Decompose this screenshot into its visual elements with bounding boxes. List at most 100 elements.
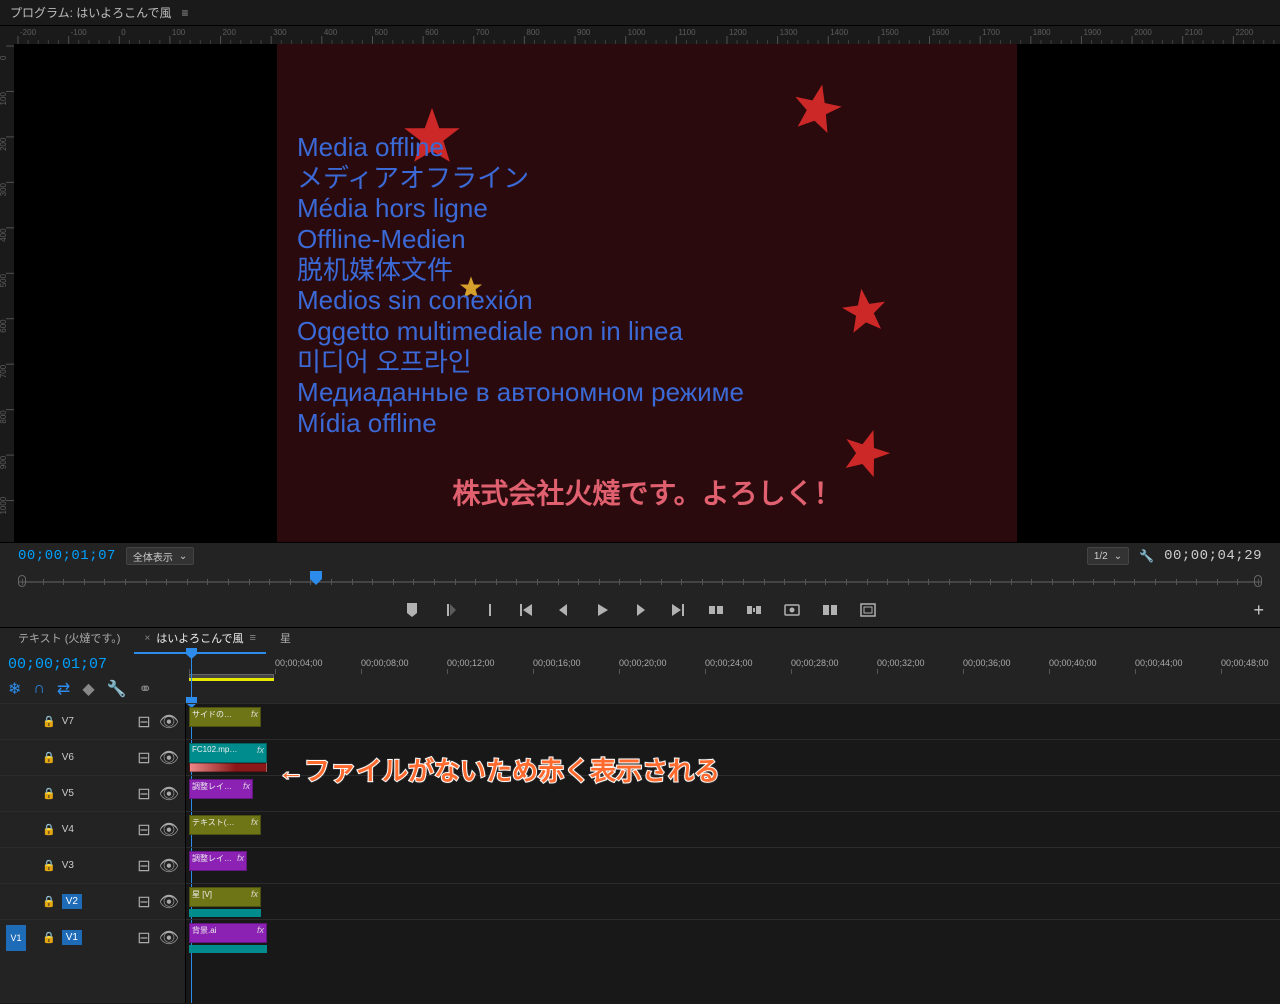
- sync-lock-icon[interactable]: ⊟: [137, 712, 150, 732]
- zoom-fit-select[interactable]: 全体表示 ⌄: [126, 547, 194, 565]
- chevron-down-icon: ⌄: [1114, 551, 1122, 562]
- tab-star[interactable]: 星: [270, 626, 301, 654]
- lock-icon[interactable]: 🔒: [42, 751, 56, 764]
- marker-icon[interactable]: ◆: [82, 679, 94, 699]
- sync-lock-icon[interactable]: ⊟: [137, 748, 150, 768]
- resolution-select[interactable]: 1/2 ⌄: [1087, 547, 1129, 565]
- extract-icon[interactable]: [746, 602, 762, 618]
- track-lane-v3[interactable]: 調整レイ…fx: [186, 847, 1280, 883]
- track-header-v4: 🔒 V4 ⊟ 👁: [0, 811, 185, 847]
- timeline-ruler[interactable]: 00;00;04;0000;00;08;0000;00;12;0000;00;1…: [186, 654, 1280, 674]
- add-button-icon[interactable]: +: [1253, 600, 1264, 621]
- svg-text:1500: 1500: [881, 28, 899, 37]
- svg-text:2000: 2000: [1134, 28, 1152, 37]
- clip[interactable]: 星 [V]fx: [189, 887, 261, 907]
- media-offline-text: Media offlineメディアオフラインMédia hors ligneOf…: [297, 132, 1017, 439]
- track-target[interactable]: V5: [62, 788, 82, 799]
- lock-icon[interactable]: 🔒: [42, 931, 56, 944]
- play-icon[interactable]: [594, 602, 610, 618]
- clip[interactable]: 調整レイ…fx: [189, 779, 253, 799]
- timecode-current[interactable]: 00;00;01;07: [18, 548, 116, 564]
- source-patch[interactable]: V1: [6, 925, 26, 951]
- sync-lock-icon[interactable]: ⊟: [137, 892, 150, 912]
- lock-icon[interactable]: 🔒: [42, 823, 56, 836]
- toggle-output-icon[interactable]: 👁: [159, 928, 179, 948]
- step-forward-icon[interactable]: [632, 602, 648, 618]
- go-to-out-icon[interactable]: [670, 602, 686, 618]
- track-target[interactable]: V4: [62, 824, 82, 835]
- lock-icon[interactable]: 🔒: [42, 715, 56, 728]
- track-lanes[interactable]: サイドの…fx FC102.mp…fx 調整レイ…fx テキスト(…fx 調整レイ…fx…: [186, 703, 1280, 1003]
- preview-subtitle: 株式会社火燵です。よろしく！: [277, 472, 1017, 512]
- svg-text:700: 700: [0, 364, 8, 378]
- sync-lock-icon[interactable]: ⊟: [137, 928, 150, 948]
- go-to-in-icon[interactable]: [518, 602, 534, 618]
- svg-text:1700: 1700: [982, 28, 1000, 37]
- sync-lock-icon[interactable]: ⊟: [137, 856, 150, 876]
- track-target[interactable]: V6: [62, 752, 82, 763]
- linked-selection-icon[interactable]: ⇄: [57, 679, 70, 699]
- toggle-output-icon[interactable]: 👁: [159, 820, 179, 840]
- playhead[interactable]: [191, 654, 192, 703]
- magnet-icon[interactable]: ∩: [33, 680, 45, 698]
- tab-text-clip[interactable]: テキスト (火燵です。): [8, 626, 130, 654]
- clip-linked-bar: [189, 909, 261, 917]
- out-point-icon[interactable]: [480, 602, 496, 618]
- track-target[interactable]: V3: [62, 860, 82, 871]
- timeline-timecode[interactable]: 00;00;01;07: [8, 656, 178, 673]
- wrench-icon[interactable]: 🔧: [1139, 549, 1154, 563]
- panel-menu-icon[interactable]: ≡: [181, 6, 188, 20]
- clip[interactable]: テキスト(…fx: [189, 815, 261, 835]
- snap-icon[interactable]: ❄: [8, 679, 21, 699]
- clip[interactable]: サイドの…fx: [189, 707, 261, 727]
- scrub-bar[interactable]: [18, 571, 1262, 593]
- tab-sequence[interactable]: × はいよろこんで風 ≡: [134, 626, 266, 654]
- comparison-view-icon[interactable]: [822, 602, 838, 618]
- preview-canvas[interactable]: Media offlineメディアオフラインMédia hors ligneOf…: [14, 44, 1280, 542]
- clip-offline[interactable]: [189, 763, 267, 772]
- chevron-down-icon: ⌄: [179, 551, 187, 562]
- track-lane-v2[interactable]: 星 [V]fx: [186, 883, 1280, 919]
- svg-text:700: 700: [476, 28, 490, 37]
- safe-margins-icon[interactable]: [860, 602, 876, 618]
- sync-lock-icon[interactable]: ⊟: [137, 820, 150, 840]
- track-lane-v4[interactable]: テキスト(…fx: [186, 811, 1280, 847]
- clip[interactable]: 調整レイ…fx: [189, 851, 247, 871]
- svg-text:1100: 1100: [678, 28, 696, 37]
- lift-icon[interactable]: [708, 602, 724, 618]
- export-frame-icon[interactable]: [784, 602, 800, 618]
- toggle-output-icon[interactable]: 👁: [159, 712, 179, 732]
- toggle-output-icon[interactable]: 👁: [159, 856, 179, 876]
- annotation-overlay: ←ファイルがないため赤く表示される: [278, 751, 720, 788]
- svg-text:600: 600: [0, 319, 8, 333]
- step-back-icon[interactable]: [556, 602, 572, 618]
- svg-text:2100: 2100: [1185, 28, 1203, 37]
- lock-icon[interactable]: 🔒: [42, 859, 56, 872]
- track-target[interactable]: V7: [62, 716, 82, 727]
- svg-text:800: 800: [526, 28, 540, 37]
- svg-text:-100: -100: [71, 28, 88, 37]
- svg-text:200: 200: [223, 28, 237, 37]
- track-header-v2: 🔒 V2 ⊟ 👁: [0, 883, 185, 919]
- clip[interactable]: FC102.mp…fx: [189, 743, 267, 763]
- wrench-icon[interactable]: 🔧: [107, 679, 127, 699]
- svg-text:2200: 2200: [1235, 28, 1253, 37]
- track-target[interactable]: V1: [62, 930, 82, 945]
- toggle-output-icon[interactable]: 👁: [159, 892, 179, 912]
- close-icon[interactable]: ×: [144, 633, 150, 644]
- in-point-icon[interactable]: [442, 602, 458, 618]
- track-target[interactable]: V2: [62, 894, 82, 909]
- panel-menu-icon[interactable]: ≡: [250, 632, 256, 644]
- track-lane-v7[interactable]: サイドの…fx: [186, 703, 1280, 739]
- lock-icon[interactable]: 🔒: [42, 895, 56, 908]
- toggle-output-icon[interactable]: 👁: [159, 784, 179, 804]
- marker-add-icon[interactable]: [404, 602, 420, 618]
- monitor-footer: 00;00;01;07 全体表示 ⌄ 1/2 ⌄ 🔧 00;00;04;29: [0, 542, 1280, 627]
- toggle-output-icon[interactable]: 👁: [159, 748, 179, 768]
- track-lane-v1[interactable]: 背景.aifx: [186, 919, 1280, 955]
- sync-lock-icon[interactable]: ⊟: [137, 784, 150, 804]
- playhead-marker-icon[interactable]: [310, 571, 322, 585]
- lock-icon[interactable]: 🔒: [42, 787, 56, 800]
- clip[interactable]: 背景.aifx: [189, 923, 267, 943]
- link-icon[interactable]: ⚭: [139, 679, 152, 699]
